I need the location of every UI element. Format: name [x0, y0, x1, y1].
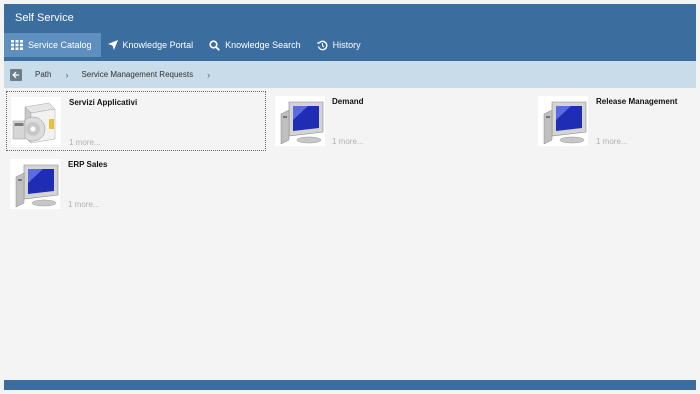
breadcrumb: Path › Service Management Requests › [4, 61, 696, 88]
software-box-icon [11, 97, 61, 147]
catalog-item-erp-sales[interactable]: ERP Sales 1 more... [6, 154, 266, 214]
tab-service-catalog[interactable]: Service Catalog [4, 33, 101, 57]
more-link[interactable]: 1 more... [332, 137, 364, 146]
computer-icon [275, 96, 325, 146]
main-tabs: Service Catalog Knowledge Portal Knowled… [4, 33, 370, 57]
grid-icon [11, 40, 23, 50]
catalog-item-title: Servizi Applicativi [69, 98, 138, 107]
more-link[interactable]: 1 more... [68, 200, 100, 209]
tab-label: History [332, 40, 361, 50]
more-link[interactable]: 1 more... [69, 138, 101, 147]
catalog-item-title: Release Management [596, 97, 678, 106]
breadcrumb-item-path[interactable]: Path [35, 70, 51, 79]
computer-icon [538, 96, 588, 146]
chevron-right-icon: › [207, 69, 211, 80]
tab-history[interactable]: History [310, 33, 370, 57]
arrow-left-icon [12, 71, 19, 78]
catalog-item-title: Demand [332, 97, 364, 106]
tab-knowledge-portal[interactable]: Knowledge Portal [101, 33, 203, 57]
catalog-item-release-management[interactable]: Release Management 1 more... [536, 91, 696, 151]
breadcrumb-item-service-management-requests[interactable]: Service Management Requests [81, 70, 193, 79]
computer-icon [10, 159, 60, 209]
tab-knowledge-search[interactable]: Knowledge Search [202, 33, 310, 57]
history-icon [317, 40, 328, 51]
more-link[interactable]: 1 more... [596, 137, 628, 146]
app-title: Self Service [15, 12, 74, 24]
tab-label: Service Catalog [28, 40, 92, 50]
tab-label: Knowledge Portal [122, 40, 194, 50]
catalog-item-demand[interactable]: Demand 1 more... [272, 91, 522, 151]
back-button[interactable] [10, 68, 22, 81]
navigation-arrow-icon [107, 40, 118, 50]
catalog-item-servizi-applicativi[interactable]: Servizi Applicativi 1 more... [6, 91, 266, 151]
catalog-item-title: ERP Sales [68, 160, 108, 169]
chevron-right-icon: › [65, 69, 69, 80]
search-icon [209, 39, 221, 51]
tab-label: Knowledge Search [225, 40, 301, 50]
bottom-bar [4, 380, 696, 390]
